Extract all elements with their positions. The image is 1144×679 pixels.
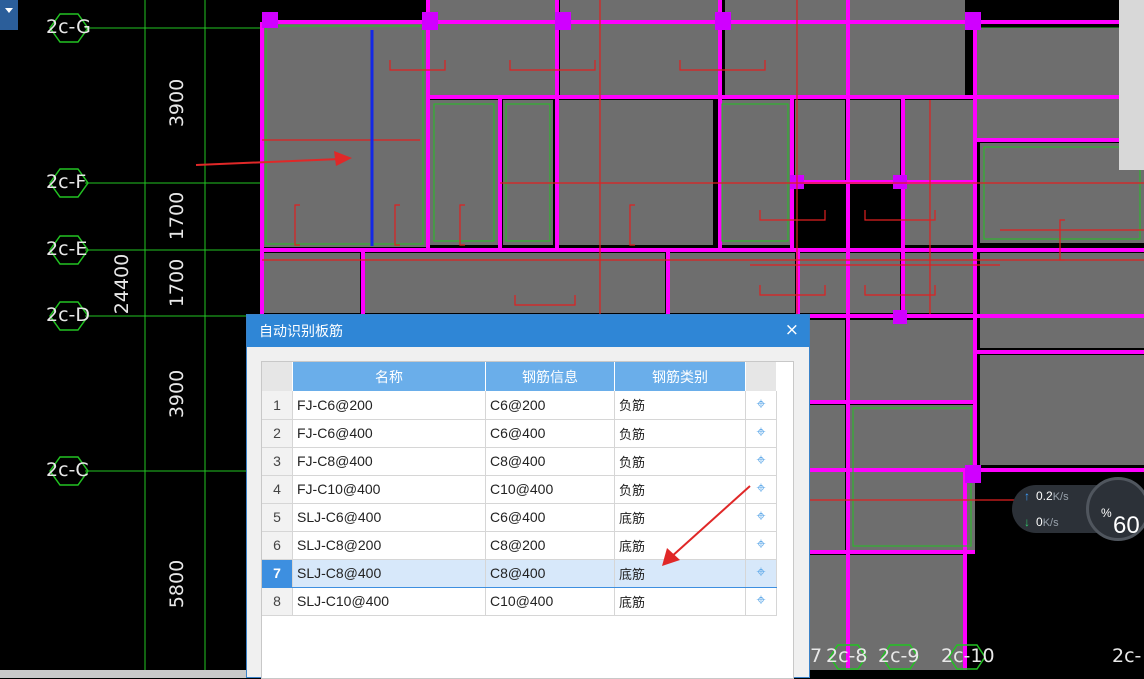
usage-gauge: 60% <box>1086 477 1144 541</box>
rebar-name-cell[interactable]: SLJ-C8@400 <box>292 558 486 588</box>
rebar-name-cell[interactable]: FJ-C6@200 <box>292 391 486 420</box>
annotation-arrow <box>662 485 751 566</box>
axis-label-2c-D: 2c-D <box>46 304 91 326</box>
rebar-name-cell[interactable]: SLJ-C10@400 <box>292 587 486 616</box>
rebar-category-cell[interactable]: 负筋 <box>614 391 746 420</box>
axis-label-2c-F: 2c-F <box>46 171 87 193</box>
rebar-category-cell[interactable]: 负筋 <box>614 419 746 448</box>
corner-header <box>262 362 293 391</box>
rebar-name-cell[interactable]: SLJ-C8@200 <box>292 531 486 560</box>
column-header-name[interactable]: 名称 <box>292 362 486 391</box>
rebar-name-cell[interactable]: FJ-C10@400 <box>292 475 486 504</box>
rebar-name-cell[interactable]: SLJ-C6@400 <box>292 503 486 532</box>
bottom-axis-7: 7 <box>810 645 823 667</box>
rebar-info-cell[interactable]: C6@200 <box>485 391 615 420</box>
rebar-info-cell[interactable]: C8@400 <box>485 558 615 588</box>
column-header-rebar-category[interactable]: 钢筋类别 <box>614 362 746 391</box>
table-row[interactable]: 1 FJ-C6@200 C6@200 负筋 ⌖ <box>262 391 777 420</box>
rebar-info-cell[interactable]: C8@200 <box>485 531 615 560</box>
rebar-info-cell[interactable]: C6@400 <box>485 419 615 448</box>
row-index: 8 <box>262 587 293 616</box>
download-speed: ↓ 0K/s <box>1024 515 1059 529</box>
network-monitor-widget[interactable]: ↑ 0.2K/s ↓ 0K/s 60% <box>1012 477 1144 541</box>
download-arrow-icon: ↓ <box>1024 515 1030 529</box>
row-index: 5 <box>262 503 293 532</box>
crosshair-icon[interactable]: ⌖ <box>745 447 777 476</box>
table-row[interactable]: 3 FJ-C8@400 C8@400 负筋 ⌖ <box>262 447 777 476</box>
crosshair-icon[interactable]: ⌖ <box>745 587 777 616</box>
row-index: 3 <box>262 447 293 476</box>
column-header-rebar-info[interactable]: 钢筋信息 <box>485 362 615 391</box>
dimension-3900-top: 3900 <box>166 78 189 128</box>
axis-label-2c-G: 2c-G <box>46 16 91 38</box>
rebar-category-cell[interactable]: 负筋 <box>614 447 746 476</box>
row-index: 2 <box>262 419 293 448</box>
table-row[interactable]: 8 SLJ-C10@400 C10@400 底筋 ⌖ <box>262 587 777 616</box>
dimension-1700-upper: 1700 <box>166 191 189 241</box>
rebar-info-cell[interactable]: C10@400 <box>485 587 615 616</box>
status-bar <box>0 670 246 678</box>
dimension-3900-lower: 3900 <box>166 369 189 419</box>
upload-speed: ↑ 0.2K/s <box>1024 489 1069 503</box>
rebar-info-cell[interactable]: C10@400 <box>485 475 615 504</box>
bottom-axis-2c-8: 2c-8 <box>826 645 868 667</box>
bottom-axis-2c-9: 2c-9 <box>878 645 920 667</box>
rebar-name-cell[interactable]: FJ-C6@400 <box>292 419 486 448</box>
dialog-title: 自动识别板筋 <box>259 324 343 340</box>
table-row[interactable]: 2 FJ-C6@400 C6@400 负筋 ⌖ <box>262 419 777 448</box>
dimension-1700-lower: 1700 <box>166 258 189 308</box>
row-index: 6 <box>262 531 293 560</box>
right-toolbar[interactable] <box>1119 0 1144 170</box>
axis-label-2c-C: 2c-C <box>46 459 89 481</box>
crosshair-icon[interactable]: ⌖ <box>745 419 777 448</box>
bottom-axis-2c-10: 2c-10 <box>941 645 995 667</box>
bottom-axis-2c: 2c- <box>1112 645 1142 667</box>
dialog-titlebar[interactable]: 自动识别板筋 × <box>247 315 809 347</box>
dimension-5800: 5800 <box>166 559 189 609</box>
rebar-info-cell[interactable]: C6@400 <box>485 503 615 532</box>
rebar-info-cell[interactable]: C8@400 <box>485 447 615 476</box>
row-index: 7 <box>262 558 293 588</box>
locate-header <box>745 362 777 391</box>
rebar-category-cell[interactable]: 底筋 <box>614 587 746 616</box>
axis-label-2c-E: 2c-E <box>46 238 88 260</box>
crosshair-icon[interactable]: ⌖ <box>745 391 777 420</box>
row-index: 4 <box>262 475 293 504</box>
close-button[interactable]: × <box>785 320 799 340</box>
row-index: 1 <box>262 391 293 420</box>
upload-arrow-icon: ↑ <box>1024 489 1030 503</box>
dimension-total-24400: 24400 <box>111 253 134 315</box>
rebar-name-cell[interactable]: FJ-C8@400 <box>292 447 486 476</box>
dropdown-toggle-button[interactable] <box>0 0 18 30</box>
